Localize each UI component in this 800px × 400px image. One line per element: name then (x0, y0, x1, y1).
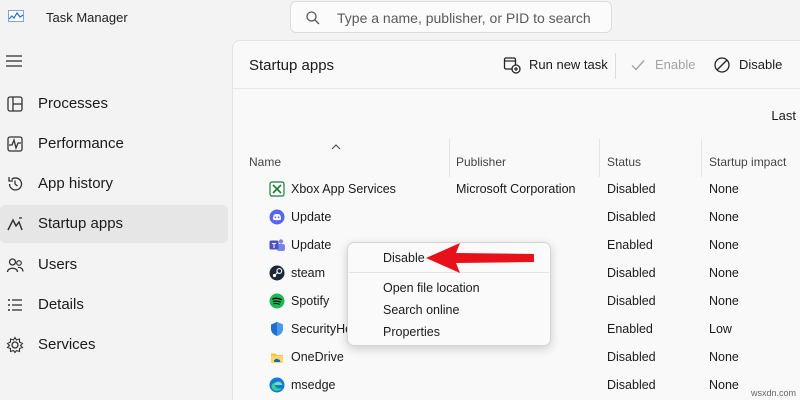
svg-text:T: T (272, 243, 277, 250)
users-icon (6, 258, 24, 273)
row-name: Update (291, 210, 332, 224)
enable-button[interactable]: Enable (629, 55, 695, 75)
sidebar-item-startup-apps[interactable]: Startup apps (0, 205, 228, 243)
page-title: Startup apps (249, 57, 335, 74)
row-status: Disabled (607, 350, 656, 364)
column-separator[interactable] (599, 139, 600, 177)
row-status: Disabled (607, 378, 656, 392)
enable-label: Enable (655, 57, 696, 72)
context-menu-open-file-location[interactable]: Open file location (383, 281, 480, 295)
row-impact: None (709, 238, 739, 252)
row-impact: None (709, 210, 739, 224)
main-content: Startup apps Run new task Enable Disable… (232, 40, 800, 400)
history-icon (8, 177, 23, 191)
run-new-task-button[interactable]: Run new task (503, 55, 613, 75)
checkmark-icon (631, 60, 645, 71)
row-publisher: Microsoft Corporation (456, 182, 576, 196)
search-input[interactable] (337, 8, 597, 28)
sidebar-item-performance[interactable]: Performance (0, 125, 228, 163)
row-status: Disabled (607, 210, 656, 224)
details-icon (8, 299, 22, 311)
row-impact: None (709, 350, 739, 364)
column-header-publisher[interactable]: Publisher (456, 155, 506, 169)
discord-icon (269, 209, 285, 225)
sidebar-nav: Processes Performance App history Startu… (0, 38, 232, 400)
sidebar-item-label: Processes (38, 95, 109, 112)
table-row[interactable]: msedge Disabled None (233, 371, 800, 399)
services-icon (6, 336, 24, 354)
context-menu-properties[interactable]: Properties (383, 325, 440, 339)
disable-button[interactable]: Disable (713, 55, 785, 75)
title-bar: Task Manager (0, 0, 800, 38)
startup-icon (7, 217, 23, 231)
processes-icon (7, 96, 23, 112)
column-header-status[interactable]: Status (607, 155, 641, 169)
table-row[interactable]: OneDrive Disabled None (233, 343, 800, 371)
sidebar-item-label: Users (38, 256, 78, 273)
sidebar-item-processes[interactable]: Processes (0, 85, 228, 123)
row-status: Disabled (607, 182, 656, 196)
row-status: Disabled (607, 266, 656, 280)
sidebar-item-label: Details (38, 296, 84, 313)
row-status: Enabled (607, 238, 653, 252)
sidebar-item-users[interactable]: Users (0, 246, 228, 284)
performance-icon (7, 136, 23, 152)
last-bios-time-label: Last (771, 108, 796, 123)
row-impact: Low (709, 322, 732, 336)
sidebar-item-label: App history (38, 175, 114, 192)
row-impact: None (709, 294, 739, 308)
teams-icon: T (269, 239, 285, 251)
sidebar-item-label: Startup apps (38, 215, 124, 232)
row-impact: None (709, 266, 739, 280)
table-row[interactable]: Xbox App Services Microsoft Corporation … (233, 175, 800, 203)
app-title: Task Manager (46, 10, 128, 25)
column-header-startup-impact[interactable]: Startup impact (709, 155, 786, 169)
context-menu-search-online[interactable]: Search online (383, 303, 459, 317)
column-separator[interactable] (449, 139, 450, 177)
watermark: wsxdn.com (750, 388, 796, 398)
sort-ascending-icon[interactable] (331, 143, 341, 150)
row-name: steam (291, 266, 326, 280)
toolbar: Startup apps Run new task Enable Disable (233, 41, 800, 89)
run-new-task-label: Run new task (529, 57, 608, 72)
row-name: Update (291, 238, 332, 252)
disable-label: Disable (739, 57, 783, 72)
annotation-arrow-icon (426, 243, 534, 273)
row-impact: None (709, 378, 739, 392)
row-impact: None (709, 182, 739, 196)
row-name: Xbox App Services (291, 182, 396, 196)
row-status: Disabled (607, 294, 656, 308)
toolbar-divider (615, 53, 616, 79)
sidebar-item-label: Performance (38, 135, 124, 152)
table-row[interactable]: Update Disabled None (233, 203, 800, 231)
hamburger-menu-icon[interactable] (6, 54, 22, 68)
edge-icon (269, 377, 285, 393)
xbox-icon (269, 181, 285, 197)
context-menu-disable[interactable]: Disable (383, 251, 425, 265)
task-manager-app-icon (8, 10, 24, 22)
disable-icon (714, 57, 730, 73)
sidebar-item-app-history[interactable]: App history (0, 165, 228, 203)
row-name: Spotify (291, 294, 330, 308)
steam-icon (269, 265, 285, 281)
sidebar-item-details[interactable]: Details (0, 286, 228, 324)
row-name: msedge (291, 378, 336, 392)
sidebar-item-label: Services (38, 336, 96, 353)
row-status: Enabled (607, 322, 653, 336)
run-new-task-icon (503, 57, 521, 74)
security-shield-icon (271, 322, 283, 336)
row-name: OneDrive (291, 350, 344, 364)
column-header-name[interactable]: Name (249, 155, 281, 169)
onedrive-icon (271, 353, 283, 363)
column-separator[interactable] (701, 139, 702, 177)
row-name: SecurityHe (291, 322, 353, 336)
search-box[interactable] (290, 1, 612, 33)
sidebar-item-services[interactable]: Services (0, 326, 228, 364)
search-icon (306, 11, 320, 25)
spotify-icon (269, 293, 285, 309)
